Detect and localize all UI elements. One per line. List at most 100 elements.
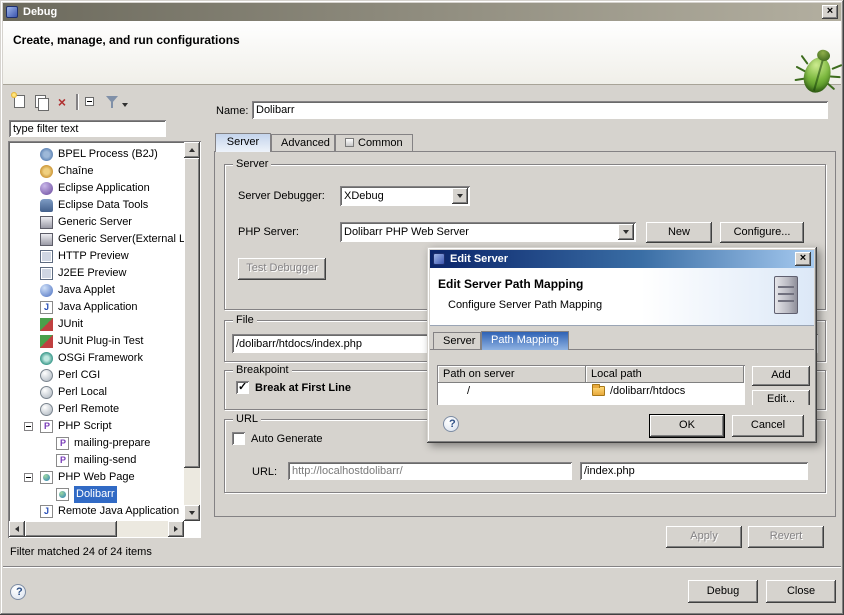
collapse-all-icon[interactable] [82, 92, 102, 112]
tree-item[interactable]: Perl Remote [10, 401, 184, 418]
perl-local-icon [40, 386, 53, 399]
debug-button[interactable]: Debug [688, 580, 758, 603]
column-path-on-server[interactable]: Path on server [438, 366, 586, 383]
tree-item-label: Eclipse Application [58, 180, 150, 197]
config-tabs: Server Advanced Common [215, 134, 835, 152]
close-dialog-icon[interactable] [795, 252, 811, 266]
tree-item[interactable]: PHP Script [10, 418, 184, 435]
footer-separator [3, 566, 841, 567]
cell-path-on-server[interactable]: / [467, 383, 577, 400]
filter-status-text: Filter matched 24 of 24 items [10, 546, 152, 558]
tree-item-label: Perl Remote [58, 401, 119, 418]
file-group-legend: File [233, 314, 257, 326]
configurations-tree[interactable]: BPEL Process (B2J) Chaîne Eclipse Applic… [8, 141, 201, 538]
remote-java-application-icon [40, 505, 53, 518]
tab-path-mapping[interactable]: Path Mapping [481, 331, 569, 350]
tree-item[interactable]: JUnit Plug-in Test [10, 333, 184, 350]
tree-item-label: JUnit Plug-in Test [58, 333, 143, 350]
tree-item[interactable]: Generic Server(External La [10, 231, 184, 248]
tree-item[interactable]: Eclipse Data Tools [10, 197, 184, 214]
tree-item-label: Remote Java Application [58, 503, 179, 520]
scroll-down-icon[interactable] [184, 505, 200, 521]
close-window-icon[interactable] [822, 5, 838, 19]
configure-button[interactable]: Configure... [720, 222, 804, 243]
tab-advanced[interactable]: Advanced [271, 134, 335, 152]
scroll-right-icon[interactable] [168, 521, 184, 537]
tree-item-label: BPEL Process (B2J) [58, 146, 158, 163]
url-path-input[interactable] [580, 462, 808, 480]
scroll-left-icon[interactable] [9, 521, 25, 537]
apply-button[interactable]: Apply [666, 526, 742, 548]
edit-server-titlebar[interactable]: Edit Server [430, 250, 814, 268]
column-local-path[interactable]: Local path [586, 366, 744, 383]
tab-server[interactable]: Server [215, 133, 271, 152]
tab-common[interactable]: Common [335, 134, 413, 152]
filter-input[interactable] [9, 120, 166, 137]
tree-item[interactable]: BPEL Process (B2J) [10, 146, 184, 163]
tree-item[interactable]: PHP Web Page [10, 469, 184, 486]
tree-item[interactable]: Chaîne [10, 163, 184, 180]
tab-server-settings[interactable]: Server [433, 332, 481, 350]
new-server-button[interactable]: New [646, 222, 712, 243]
auto-generate-checkbox[interactable] [232, 432, 245, 445]
chevron-down-icon[interactable] [452, 188, 468, 204]
edit-server-title: Edit Server [450, 253, 795, 265]
tree-vertical-scrollbar[interactable] [184, 142, 200, 521]
tree-item[interactable]: JUnit [10, 316, 184, 333]
collapse-toggle-icon[interactable] [24, 473, 33, 482]
tree-item-label: OSGi Framework [58, 350, 143, 367]
junit-icon [40, 318, 53, 331]
new-config-icon[interactable] [10, 92, 30, 112]
edit-server-button-bar: OK Cancel [430, 405, 814, 440]
tree-item[interactable]: mailing-prepare [10, 435, 184, 452]
tree-item[interactable]: Perl Local [10, 384, 184, 401]
ok-button[interactable]: OK [650, 415, 724, 437]
duplicate-config-icon[interactable] [31, 92, 51, 112]
tree-item-label: Perl Local [58, 384, 107, 401]
mailing-send-icon [56, 454, 69, 467]
tree-item-selected[interactable]: Dolibarr [10, 486, 184, 503]
tree-item[interactable]: OSGi Framework [10, 350, 184, 367]
tree-item[interactable]: mailing-send [10, 452, 184, 469]
add-button[interactable]: Add [752, 366, 810, 386]
name-input[interactable] [252, 101, 828, 119]
cell-local-path[interactable]: /dolibarr/htdocs [592, 383, 742, 400]
dialog-help-icon[interactable] [443, 416, 459, 432]
help-icon[interactable] [10, 584, 26, 600]
tree-horizontal-scrollbar[interactable] [9, 521, 184, 537]
collapse-toggle-icon[interactable] [24, 422, 33, 431]
cancel-button[interactable]: Cancel [732, 415, 804, 437]
horizontal-scroll-thumb[interactable] [25, 521, 117, 537]
server-debugger-select[interactable]: XDebug [340, 186, 470, 206]
breakpoint-group-legend: Breakpoint [233, 364, 292, 376]
tree-item-label: Java Application [58, 299, 138, 316]
chaine-icon [40, 165, 53, 178]
revert-button[interactable]: Revert [748, 526, 824, 548]
tree-item[interactable]: Eclipse Application [10, 180, 184, 197]
tree-item[interactable]: J2EE Preview [10, 265, 184, 282]
edit-server-header: Edit Server Path Mapping Configure Serve… [430, 268, 814, 326]
break-first-line-checkbox[interactable] [236, 381, 249, 394]
window-titlebar[interactable]: Debug [3, 3, 841, 21]
delete-config-icon[interactable] [52, 92, 72, 112]
url-label: URL: [252, 466, 277, 478]
tree-item[interactable]: HTTP Preview [10, 248, 184, 265]
scroll-up-icon[interactable] [184, 142, 200, 158]
path-mapping-table[interactable]: Path on server Local path / /dolibarr/ht… [437, 365, 745, 405]
tree-item[interactable]: Generic Server [10, 214, 184, 231]
chevron-down-icon[interactable] [618, 224, 634, 240]
server-image-icon [774, 276, 798, 314]
close-button[interactable]: Close [766, 580, 836, 603]
tree-item[interactable]: Perl CGI [10, 367, 184, 384]
filter-dropdown-icon[interactable] [103, 92, 129, 112]
j2ee-preview-icon [40, 267, 53, 280]
vertical-scroll-thumb[interactable] [184, 158, 200, 468]
tree-item[interactable]: Java Applet [10, 282, 184, 299]
tree-item[interactable]: Remote Java Application [10, 503, 184, 520]
tree-item-label: Dolibarr [74, 486, 117, 503]
eclipse-application-icon [40, 182, 53, 195]
test-debugger-button[interactable]: Test Debugger [238, 258, 326, 280]
tree-item-label: mailing-send [74, 452, 136, 469]
tree-item[interactable]: Java Application [10, 299, 184, 316]
php-server-select[interactable]: Dolibarr PHP Web Server [340, 222, 636, 242]
